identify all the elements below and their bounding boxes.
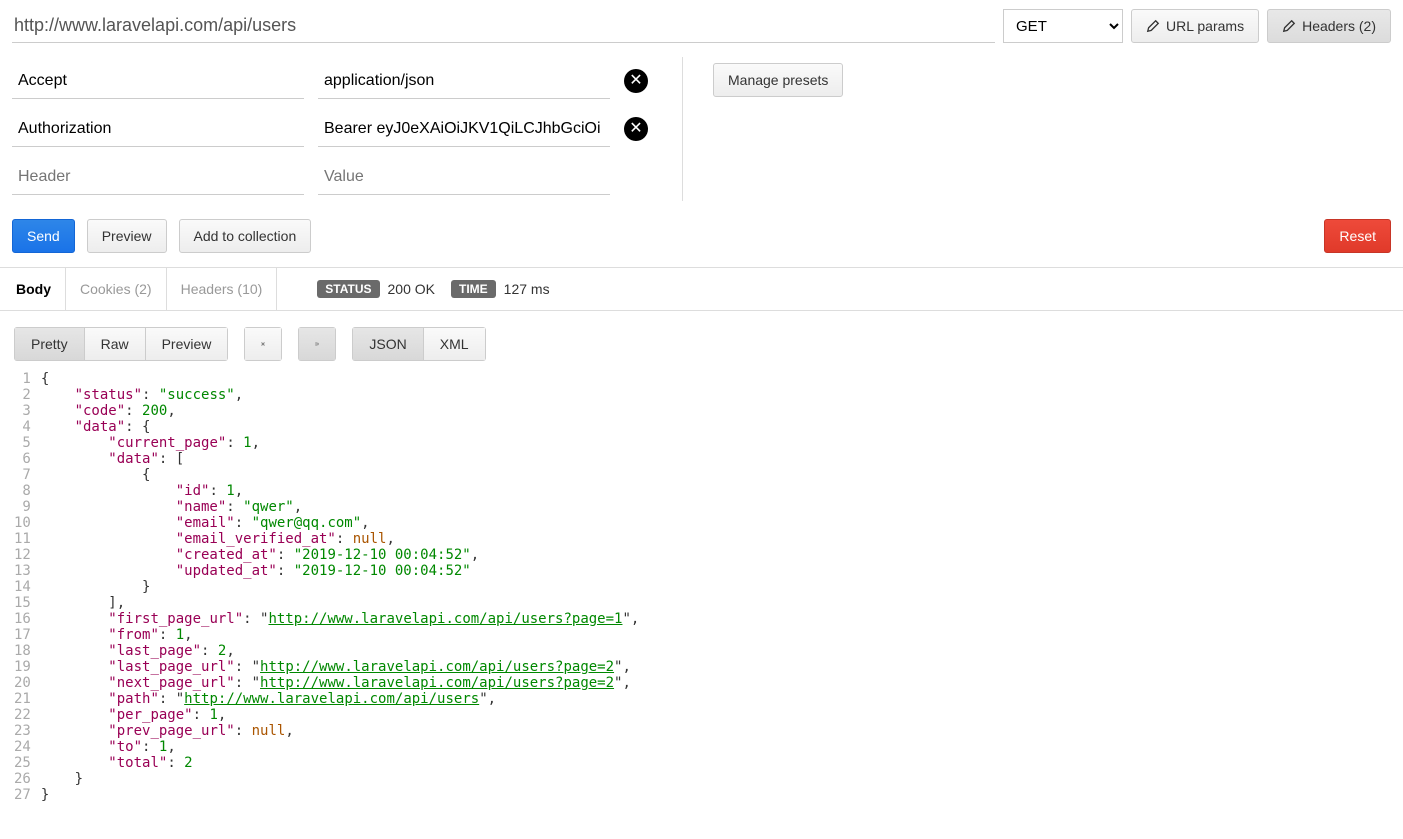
tool-icons-group [244,327,282,361]
divider [682,57,683,201]
header-key-input[interactable] [12,159,304,195]
format-json-button[interactable]: JSON [352,327,423,361]
url-params-label: URL params [1166,18,1244,34]
format-xml-button[interactable]: XML [424,327,486,361]
close-icon: ✕ [629,121,642,137]
header-value-input[interactable] [318,111,610,147]
manage-presets-button[interactable]: Manage presets [713,63,843,97]
header-key-input[interactable] [12,63,304,99]
close-icon: ✕ [629,73,642,89]
tab-headers[interactable]: Headers (10) [167,268,278,310]
status-label: STATUS [317,280,379,298]
wrap-button[interactable] [298,327,336,361]
preview-button[interactable]: Preview [87,219,167,253]
code-content[interactable]: { "status": "success", "code": 200, "dat… [41,371,639,803]
headers-editor: ✕ ✕ [12,57,672,201]
line-gutter: 1234567891011121314151617181920212223242… [14,371,41,803]
header-row: ✕ [12,105,672,153]
header-key-input[interactable] [12,111,304,147]
url-input[interactable] [12,9,995,43]
http-method-select[interactable]: GET [1003,9,1123,43]
header-value-input[interactable] [318,159,610,195]
view-preview-button[interactable]: Preview [146,327,229,361]
tab-body[interactable]: Body [2,268,65,310]
send-button[interactable]: Send [12,219,75,253]
header-row: ✕ [12,57,672,105]
reset-button[interactable]: Reset [1324,219,1391,253]
view-raw-button[interactable]: Raw [85,327,146,361]
delete-header-button[interactable]: ✕ [624,117,648,141]
header-row-blank [12,153,672,201]
add-to-collection-button[interactable]: Add to collection [179,219,312,253]
time-label: TIME [451,280,496,298]
tool-icons-group2 [298,327,336,361]
headers-button-label: Headers (2) [1302,18,1376,34]
delete-header-button[interactable]: ✕ [624,69,648,93]
edit-icon [1146,19,1160,33]
view-pretty-button[interactable]: Pretty [14,327,85,361]
header-value-input[interactable] [318,63,610,99]
edit-icon [1282,19,1296,33]
headers-button[interactable]: Headers (2) [1267,9,1391,43]
url-params-button[interactable]: URL params [1131,9,1259,43]
copy-button[interactable] [244,327,282,361]
tab-cookies[interactable]: Cookies (2) [65,268,167,310]
time-value: 127 ms [504,281,550,297]
response-body-viewer: 1234567891011121314151617181920212223242… [0,371,1403,823]
format-group: JSON XML [352,327,485,361]
view-mode-group: Pretty Raw Preview [14,327,228,361]
square-target-icon [261,337,265,351]
status-value: 200 OK [388,281,435,297]
indent-icon [315,337,319,351]
